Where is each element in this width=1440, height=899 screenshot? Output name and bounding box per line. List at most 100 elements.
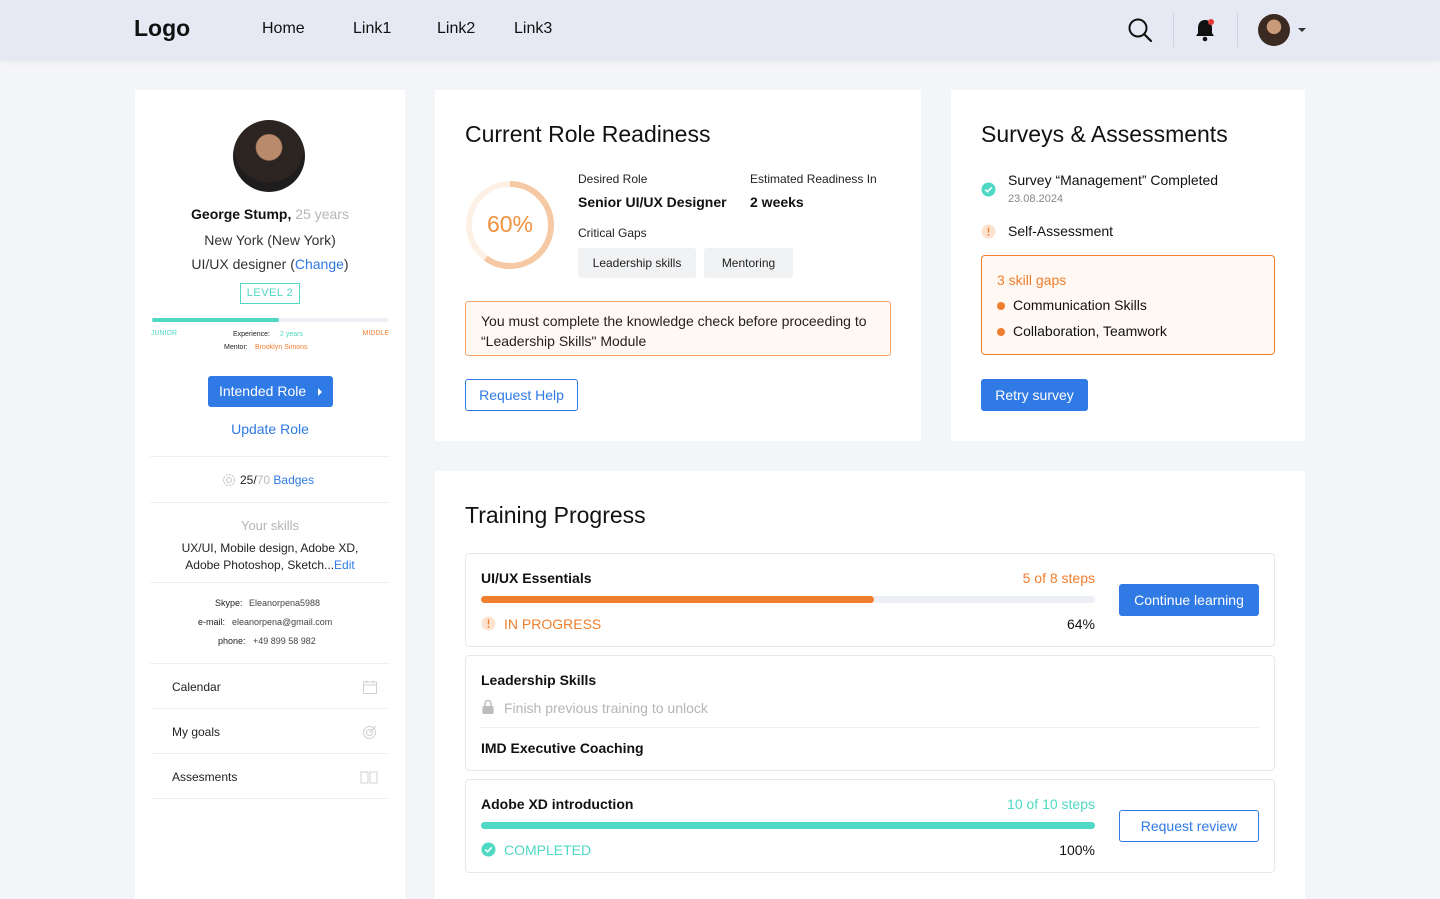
surveys-card: Surveys & Assessments Survey “Management… <box>951 90 1305 441</box>
request-help-button[interactable]: Request Help <box>465 379 578 411</box>
training-steps: 5 of 8 steps <box>1022 570 1095 586</box>
skype-label: Skype: <box>215 598 243 608</box>
book-icon <box>360 769 378 788</box>
search-icon[interactable] <box>1127 17 1153 48</box>
request-review-button[interactable]: Request review <box>1119 810 1259 842</box>
warning-circle-icon <box>981 224 996 244</box>
level-badge: LEVEL 2 <box>240 283 300 304</box>
email-value[interactable]: eleanorpena@gmail.com <box>232 617 332 627</box>
training-item-title: Adobe XD introduction <box>481 796 634 812</box>
menu-item-label: Calendar <box>172 680 221 694</box>
bullet-dot <box>997 302 1005 310</box>
training-item-title: UI/UX Essentials <box>481 570 592 586</box>
chevron-right-icon <box>318 388 323 397</box>
knowledge-check-warning: You must complete the knowledge check be… <box>465 301 891 356</box>
training-progress-fill <box>481 822 1095 829</box>
divider <box>150 582 390 583</box>
survey-completed-date: 23.08.2024 <box>1008 193 1064 205</box>
menu-item-goals[interactable]: My goals <box>152 709 388 754</box>
skills-title: Your skills <box>240 518 300 533</box>
gap-tag: Leadership skills <box>578 248 696 278</box>
training-item-locked: Leadership Skills Finish previous traini… <box>465 655 1275 771</box>
surveys-title: Surveys & Assessments <box>981 121 1228 147</box>
skills-line-1: UX/UI, Mobile design, Adobe XD, <box>181 541 359 555</box>
gap-tag: Mentoring <box>704 248 793 278</box>
skill-gaps-title: 3 skill gaps <box>997 272 1067 288</box>
target-icon <box>362 724 378 743</box>
survey-completed-text: Survey “Management” Completed <box>1008 172 1219 188</box>
warning-line-1: You must complete the knowledge check be… <box>481 313 867 329</box>
badges-link[interactable]: Badges <box>273 473 314 487</box>
profile-role-text: UI/UX designer ( <box>191 256 295 272</box>
bullet-dot <box>997 328 1005 336</box>
header-divider <box>1237 13 1238 47</box>
nav-link3[interactable]: Link3 <box>514 20 552 38</box>
skill-gaps-box: 3 skill gaps Communication Skills Collab… <box>981 255 1275 355</box>
menu-item-calendar[interactable]: Calendar <box>152 664 388 709</box>
profile-avatar <box>233 120 305 192</box>
training-progress-fill <box>481 596 874 603</box>
bell-icon[interactable] <box>1194 18 1216 47</box>
mentor-value[interactable]: Brooklyn Simons <box>255 344 308 351</box>
profile-age: 25 years <box>295 206 349 222</box>
readiness-percent: 60% <box>486 211 534 237</box>
training-item-title: Leadership Skills <box>481 672 597 688</box>
desired-role-value: Senior UI/UX Designer <box>578 194 727 210</box>
profile-location: New York (New York) <box>204 232 336 248</box>
header-divider <box>1173 13 1174 47</box>
locked-text: Finish previous training to unlock <box>504 700 708 716</box>
profile-name-text: George Stump, <box>191 206 292 222</box>
menu-item-label: My goals <box>172 725 221 739</box>
change-role-link[interactable]: Change <box>295 256 344 272</box>
warning-line-2: “Leadership Skills" Module <box>481 333 647 349</box>
training-status: COMPLETED <box>504 842 592 858</box>
phone-value: +49 899 58 982 <box>253 636 316 646</box>
role-readiness-card: Current Role Readiness 60% Desired Role … <box>435 90 921 441</box>
continue-learning-button[interactable]: Continue learning <box>1119 584 1259 616</box>
desired-role-label: Desired Role <box>578 172 648 186</box>
mentor-label: Mentor: <box>224 344 248 351</box>
experience-label: Experience: <box>233 331 270 338</box>
user-avatar[interactable] <box>1258 14 1290 46</box>
readiness-title: Current Role Readiness <box>465 121 711 147</box>
experience-value: 2 years <box>280 331 303 338</box>
check-circle-icon <box>981 182 996 202</box>
profile-role-suffix: ) <box>343 256 349 272</box>
profile-role: UI/UX designer (Change) <box>135 256 405 272</box>
training-title: Training Progress <box>465 502 646 528</box>
email-label: e-mail: <box>198 617 226 627</box>
nav-link1[interactable]: Link1 <box>353 20 391 38</box>
logo[interactable]: Logo <box>134 15 190 42</box>
check-circle-icon <box>481 842 496 862</box>
training-sub-title: IMD Executive Coaching <box>481 740 644 756</box>
level-to-label: MIDDLE <box>362 330 389 337</box>
menu-item-assessments[interactable]: Assesments <box>152 754 388 799</box>
training-percent: 100% <box>1059 842 1095 858</box>
self-assessment-text[interactable]: Self-Assessment <box>1008 223 1113 239</box>
intended-role-label: Intended Role <box>218 383 307 399</box>
intended-role-button[interactable]: Intended Role <box>208 376 333 407</box>
top-navbar: Logo Home Link1 Link2 Link3 <box>0 0 1440 60</box>
update-role-link[interactable]: Update Role <box>135 421 405 437</box>
profile-name: George Stump, 25 years <box>135 206 405 222</box>
profile-card: George Stump, 25 years New York (New Yor… <box>135 90 405 899</box>
retry-survey-button[interactable]: Retry survey <box>981 379 1088 411</box>
badges-count: 25/ <box>240 473 257 487</box>
estimated-value: 2 weeks <box>750 194 804 210</box>
critical-gaps-label: Critical Gaps <box>578 226 647 240</box>
warning-circle-icon <box>481 616 496 636</box>
training-item: UI/UX Essentials 5 of 8 steps IN PROGRES… <box>465 553 1275 647</box>
skills-edit-link[interactable]: Edit <box>334 558 355 572</box>
menu-item-label: Assesments <box>172 770 238 784</box>
divider <box>150 456 390 457</box>
level-progress-fill <box>152 318 280 322</box>
nav-home[interactable]: Home <box>262 20 305 38</box>
nav-link2[interactable]: Link2 <box>437 20 475 38</box>
level-from-label: JUNIOR <box>151 330 178 337</box>
training-status: IN PROGRESS <box>504 616 602 632</box>
badge-icon <box>222 473 236 490</box>
training-steps: 10 of 10 steps <box>1007 796 1095 812</box>
chevron-down-icon[interactable] <box>1298 28 1306 32</box>
skills-line-2-wrap: Adobe Photoshop, Sketch...Edit <box>135 558 405 572</box>
skype-value: Eleanorpena5988 <box>249 598 321 608</box>
